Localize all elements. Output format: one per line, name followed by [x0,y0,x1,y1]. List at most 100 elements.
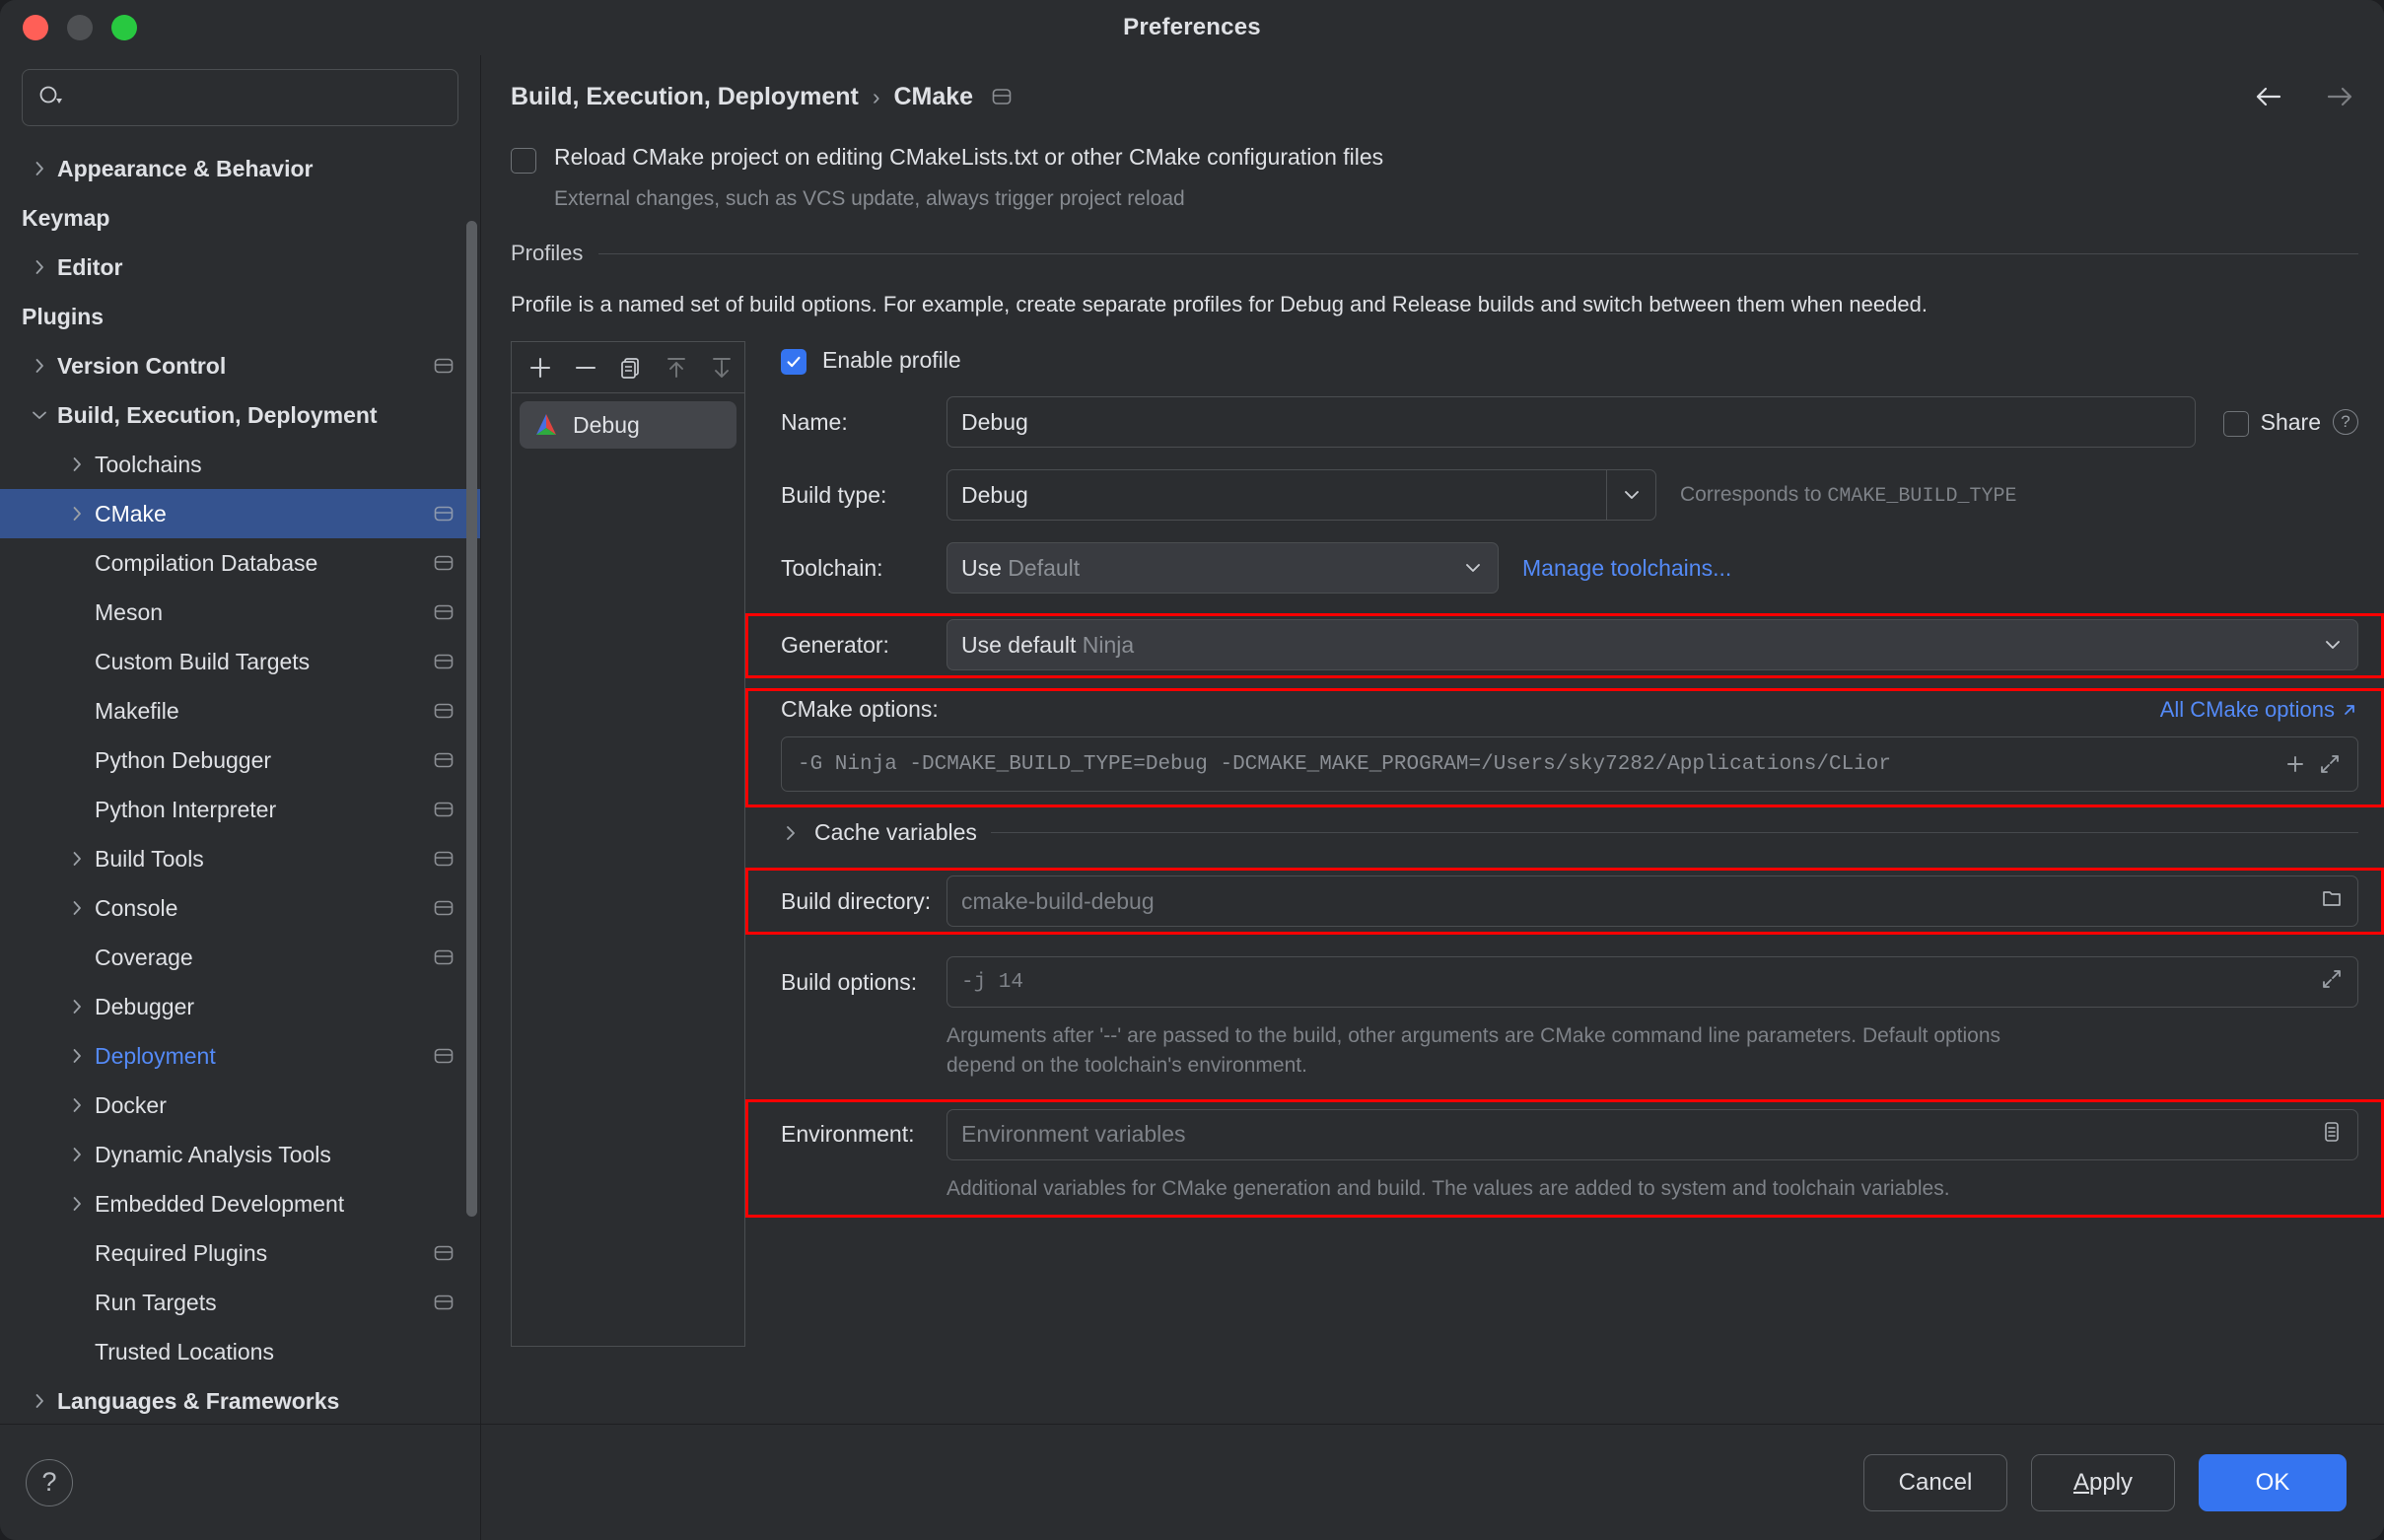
sidebar-item-run-targets[interactable]: Run Targets [0,1278,480,1327]
sidebar-item-label: Compilation Database [95,549,318,576]
help-button[interactable]: ? [26,1458,73,1506]
project-setting-icon [433,355,455,377]
chevron-right-icon[interactable] [59,849,95,869]
sidebar-item-cmake[interactable]: CMake [0,489,480,538]
sidebar-item-languages-frameworks[interactable]: Languages & Frameworks [0,1376,480,1424]
search-input[interactable] [66,85,444,110]
environment-placeholder: Environment variables [961,1121,1186,1148]
sidebar-item-editor[interactable]: Editor [0,243,480,292]
sidebar-item-version-control[interactable]: Version Control [0,341,480,390]
breadcrumb-parent[interactable]: Build, Execution, Deployment [511,83,859,111]
project-setting-icon [433,1292,455,1313]
project-setting-icon [433,601,455,623]
sidebar-item-makefile[interactable]: Makefile [0,686,480,735]
sidebar-item-coverage[interactable]: Coverage [0,933,480,982]
sidebar-item-appearance-behavior[interactable]: Appearance & Behavior [0,144,480,193]
sidebar-item-debugger[interactable]: Debugger [0,982,480,1031]
chevron-right-icon[interactable] [22,356,57,376]
sidebar-item-python-debugger[interactable]: Python Debugger [0,735,480,785]
sidebar-item-label: Docker [95,1091,167,1118]
cmake-logo-icon [531,412,561,438]
share-checkbox[interactable] [2222,411,2249,437]
cancel-button[interactable]: Cancel [1863,1453,2007,1511]
build-type-label: Build type: [781,481,887,508]
settings-tree[interactable]: Appearance & Behavior Keymap Editor Plugins… [0,142,480,1424]
settings-sidebar: Appearance & Behavior Keymap Editor Plugins… [0,55,481,1540]
add-profile-button[interactable] [518,346,563,389]
sidebar-item-label: Trusted Locations [95,1338,274,1365]
build-options-input[interactable]: -j 14 [947,956,2358,1008]
profile-list-item[interactable]: Debug [520,401,736,449]
sidebar-item-embedded-development[interactable]: Embedded Development [0,1179,480,1228]
history-nav [2250,82,2358,111]
expand-icon[interactable] [2312,752,2348,776]
all-cmake-options-link-label: All CMake options [2159,696,2335,722]
expand-icon[interactable] [2320,967,2344,998]
chevron-down-icon [2308,620,2357,669]
manage-toolchains-link[interactable]: Manage toolchains... [1522,555,1731,582]
name-input[interactable]: Debug [947,396,2196,448]
sidebar-item-build-execution-deployment[interactable]: Build, Execution, Deployment [0,390,480,440]
sidebar-item-console[interactable]: Console [0,883,480,933]
sidebar-item-toolchains[interactable]: Toolchains [0,440,480,489]
breadcrumb-bar: Build, Execution, Deployment › CMake [481,55,2384,138]
remove-profile-button[interactable] [563,346,608,389]
sidebar-scrollbar[interactable] [466,221,477,1325]
generator-combo[interactable]: Use default Ninja [947,619,2358,670]
sidebar-item-required-plugins[interactable]: Required Plugins [0,1228,480,1278]
sidebar-item-meson[interactable]: Meson [0,588,480,637]
environment-input[interactable]: Environment variables [947,1108,2358,1160]
build-directory-input[interactable]: cmake-build-debug [947,875,2358,927]
list-edit-icon[interactable] [2320,1120,2344,1150]
cmake-options-input[interactable]: -G Ninja -DCMAKE_BUILD_TYPE=Debug -DCMAK… [781,736,2358,792]
toolchain-combo[interactable]: Use Default [947,542,1499,594]
search-box[interactable] [22,69,458,126]
apply-button[interactable]: Apply [2031,1453,2175,1511]
sidebar-item-python-interpreter[interactable]: Python Interpreter [0,785,480,834]
folder-icon[interactable] [2320,886,2344,916]
move-down-button[interactable] [699,346,744,389]
build-options-hint: Arguments after '--' are passed to the b… [947,1024,2001,1078]
breadcrumb-separator: › [872,83,880,109]
cache-divider [990,832,2358,833]
sidebar-item-build-tools[interactable]: Build Tools [0,834,480,883]
arrow-right-icon[interactable] [2321,82,2358,111]
cache-variables-header[interactable]: Cache variables [781,819,2358,846]
chevron-right-icon[interactable] [22,257,57,277]
move-up-button[interactable] [654,346,699,389]
chevron-right-icon[interactable] [59,455,95,474]
chevron-right-icon[interactable] [59,898,95,918]
reload-cmake-checkbox[interactable] [511,148,536,174]
sidebar-item-plugins[interactable]: Plugins [0,292,480,341]
sidebar-item-docker[interactable]: Docker [0,1081,480,1130]
generator-block: Generator: Use default Ninja [745,613,2384,678]
sidebar-item-compilation-database[interactable]: Compilation Database [0,538,480,588]
sidebar-item-custom-build-targets[interactable]: Custom Build Targets [0,637,480,686]
enable-profile-checkbox[interactable] [781,349,806,375]
sidebar-item-dynamic-analysis-tools[interactable]: Dynamic Analysis Tools [0,1130,480,1179]
sidebar-scrollbar-thumb[interactable] [466,221,477,1217]
profiles-list[interactable]: Debug [512,393,744,449]
arrow-left-icon[interactable] [2250,82,2287,111]
chevron-right-icon[interactable] [59,997,95,1016]
sidebar-item-trusted-locations[interactable]: Trusted Locations [0,1327,480,1376]
share-help-icon[interactable]: ? [2333,409,2358,435]
chevron-right-icon[interactable] [59,1046,95,1066]
chevron-right-icon[interactable] [59,504,95,524]
chevron-right-icon[interactable] [22,1391,57,1411]
sidebar-item-keymap[interactable]: Keymap [0,193,480,243]
sidebar-item-label: Dynamic Analysis Tools [95,1141,331,1167]
chevron-right-icon[interactable] [22,159,57,178]
chevron-right-icon[interactable] [59,1145,95,1164]
all-cmake-options-link[interactable]: All CMake options [2160,697,2358,723]
ok-button[interactable]: OK [2199,1453,2347,1511]
plus-icon[interactable] [2279,752,2312,776]
copy-profile-button[interactable] [608,346,654,389]
sidebar-item-deployment[interactable]: Deployment [0,1031,480,1081]
chevron-down-icon[interactable] [22,405,57,425]
chevron-right-icon[interactable] [59,1194,95,1214]
build-type-note-prefix: Corresponds to [1680,482,1828,506]
chevron-right-icon[interactable] [59,1095,95,1115]
sidebar-item-label: Editor [57,253,123,280]
build-type-combo[interactable]: Debug [947,469,1656,521]
